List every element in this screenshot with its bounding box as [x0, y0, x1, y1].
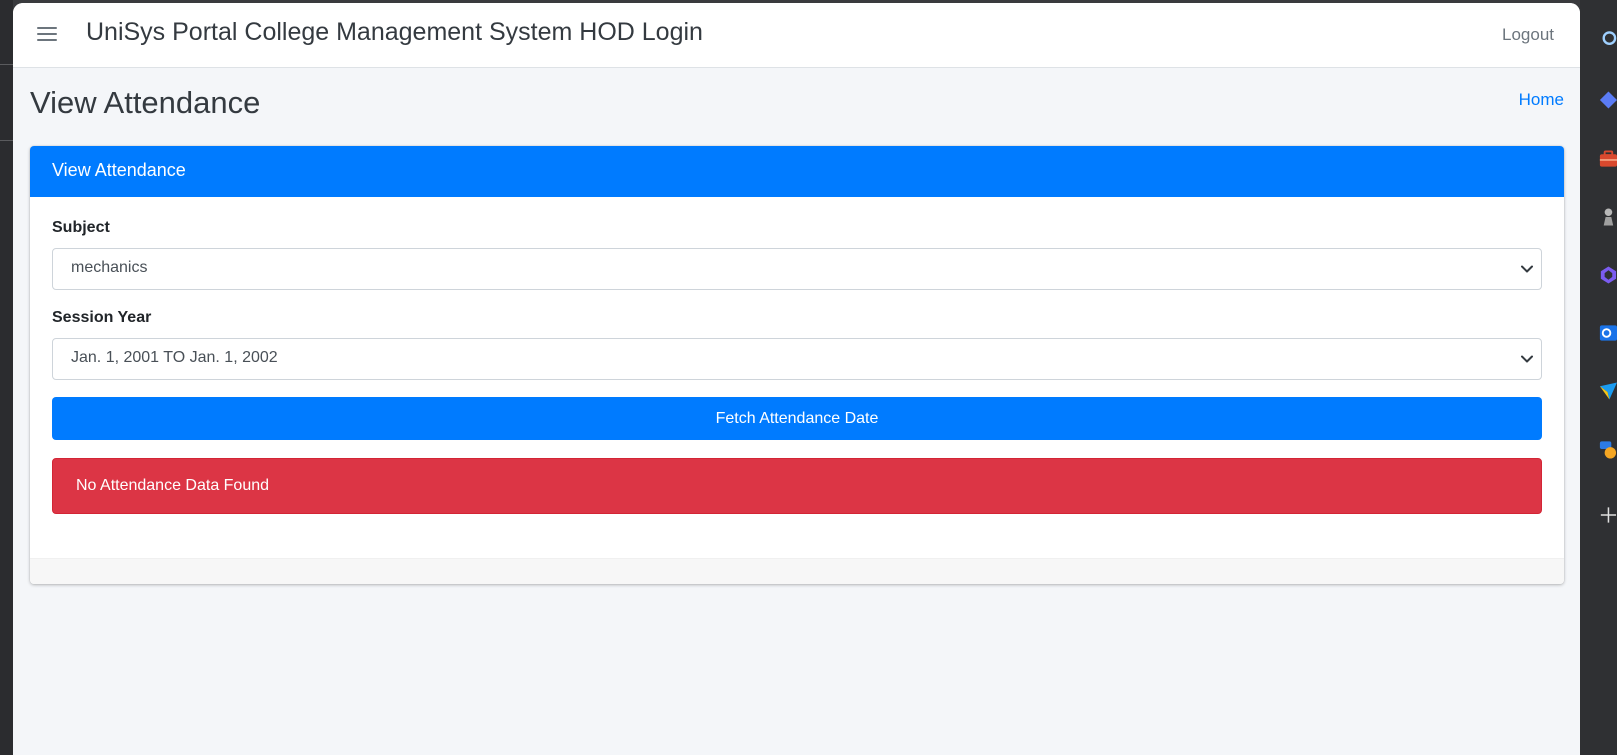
- logout-link[interactable]: Logout: [1502, 25, 1554, 45]
- subject-label: Subject: [52, 219, 110, 236]
- breadcrumb-home-link[interactable]: Home: [1519, 90, 1564, 110]
- outlook-icon[interactable]: [1598, 322, 1617, 344]
- left-edge-panel: [0, 0, 13, 755]
- top-navbar: UniSys Portal College Management System …: [13, 3, 1580, 68]
- chevron-down-icon: [1521, 265, 1533, 273]
- content-header: View Attendance Home: [13, 68, 1580, 148]
- fetch-attendance-button[interactable]: Fetch Attendance Date: [52, 397, 1542, 440]
- divider: [0, 140, 13, 141]
- session-year-selected-value: Jan. 1, 2001 TO Jan. 1, 2002: [71, 349, 278, 366]
- card-title: View Attendance: [30, 146, 1564, 197]
- copilot-icon[interactable]: [1598, 264, 1617, 286]
- card-body: Subject mechanics Session Year Jan. 1, 2…: [30, 197, 1564, 558]
- games-icon[interactable]: [1598, 438, 1617, 460]
- search-icon[interactable]: [1598, 29, 1617, 51]
- send-icon[interactable]: [1598, 380, 1617, 402]
- page-title: View Attendance: [30, 85, 261, 120]
- session-year-label: Session Year: [52, 309, 152, 326]
- no-data-alert: No Attendance Data Found: [52, 458, 1542, 514]
- attendance-card: View Attendance Subject mechanics Sessio…: [30, 146, 1564, 584]
- chevron-down-icon: [1521, 355, 1533, 363]
- hamburger-menu-icon[interactable]: [37, 23, 57, 47]
- add-icon[interactable]: [1598, 504, 1617, 526]
- diamond-icon[interactable]: [1598, 89, 1617, 111]
- browser-window: UniSys Portal College Management System …: [13, 3, 1580, 755]
- edge-sidebar: [1580, 0, 1617, 755]
- session-year-select[interactable]: Jan. 1, 2001 TO Jan. 1, 2002: [52, 338, 1542, 380]
- session-year-form-group: Session Year Jan. 1, 2001 TO Jan. 1, 200…: [52, 309, 1542, 380]
- card-footer: [30, 558, 1564, 584]
- chess-icon[interactable]: [1598, 206, 1617, 228]
- subject-select[interactable]: mechanics: [52, 248, 1542, 290]
- toolbox-icon[interactable]: [1598, 148, 1617, 170]
- subject-form-group: Subject mechanics: [52, 219, 1542, 290]
- subject-selected-value: mechanics: [71, 259, 148, 276]
- divider: [0, 64, 13, 65]
- brand-title: UniSys Portal College Management System …: [86, 18, 703, 46]
